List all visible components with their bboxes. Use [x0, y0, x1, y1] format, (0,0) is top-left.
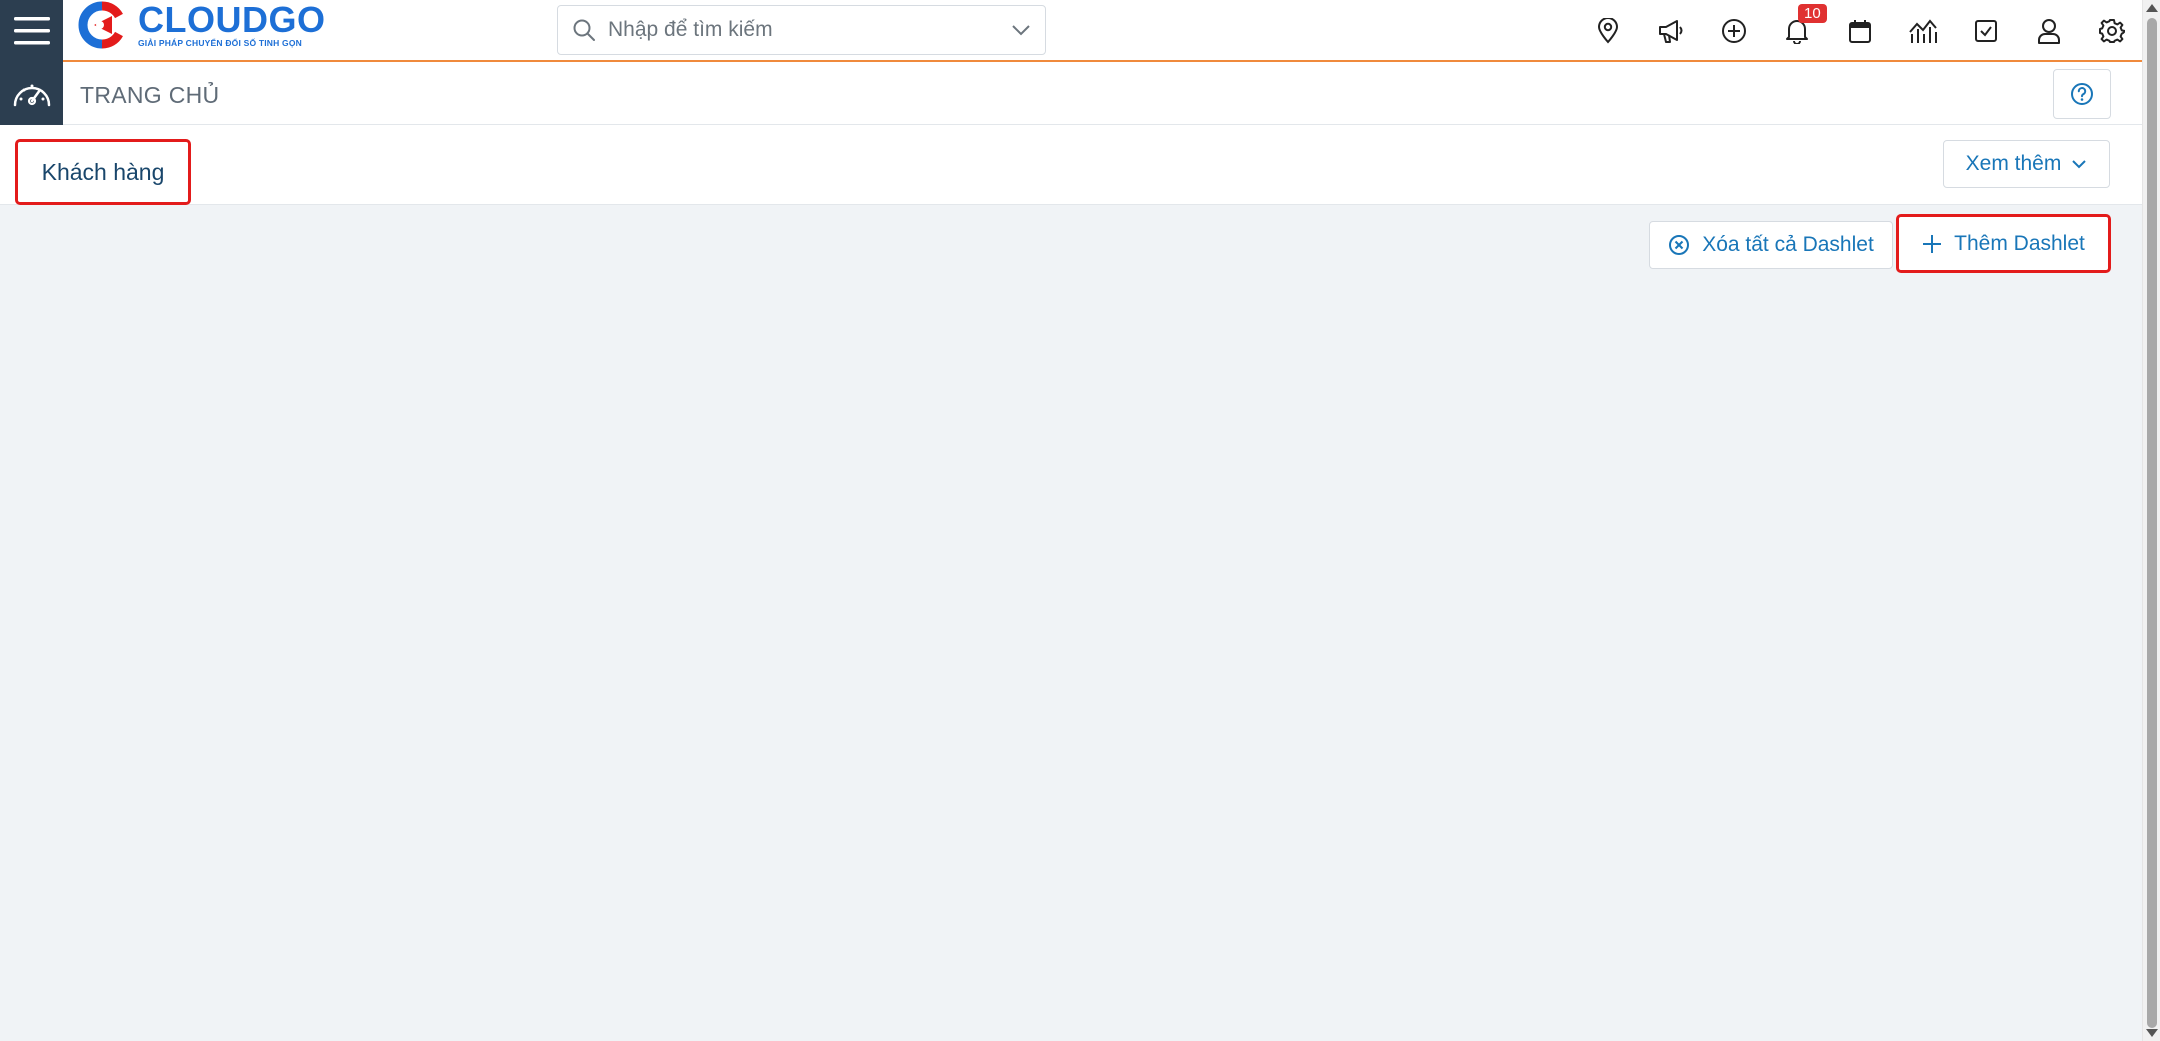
reports-button[interactable]	[1891, 0, 1954, 62]
location-button[interactable]	[1576, 0, 1639, 62]
search-input[interactable]	[608, 18, 1011, 42]
scroll-down-arrow-icon[interactable]	[2146, 1029, 2158, 1037]
scroll-thumb[interactable]	[2147, 18, 2157, 1028]
page-title: TRANG CHỦ	[80, 82, 220, 108]
add-dashlet-button[interactable]: Thêm Dashlet	[1896, 214, 2111, 273]
location-pin-icon	[1597, 18, 1618, 44]
notifications-button[interactable]: 10	[1765, 0, 1828, 62]
speedometer-icon	[13, 84, 50, 106]
page-scrollbar[interactable]	[2142, 0, 2160, 1041]
chevron-down-icon	[2072, 160, 2087, 169]
search-icon	[573, 19, 595, 41]
help-button[interactable]	[2053, 69, 2111, 119]
tab-khach-hang[interactable]: Khách hàng	[15, 139, 191, 205]
checkbox-icon	[1974, 20, 1997, 42]
dashboard-tab-bar: Khách hàng Xem thêm	[0, 125, 2142, 205]
brand-logo[interactable]: CLOUDGO GIẢI PHÁP CHUYỂN ĐỔI SỐ TINH GỌN	[72, 0, 326, 50]
top-navbar: CLOUDGO GIẢI PHÁP CHUYỂN ĐỔI SỐ TINH GỌN	[0, 0, 2142, 62]
profile-button[interactable]	[2017, 0, 2080, 62]
app-root: CLOUDGO GIẢI PHÁP CHUYỂN ĐỔI SỐ TINH GỌN	[0, 0, 2160, 1041]
add-dashlet-label: Thêm Dashlet	[1954, 231, 2085, 255]
more-tabs-label: Xem thêm	[1965, 152, 2062, 175]
chart-icon	[1908, 19, 1937, 43]
calendar-icon	[1848, 20, 1871, 43]
close-circle-icon	[1669, 235, 1690, 255]
more-tabs-button[interactable]: Xem thêm	[1943, 140, 2110, 188]
hamburger-menu-button[interactable]	[0, 0, 63, 62]
scroll-up-arrow-icon[interactable]	[2146, 4, 2158, 12]
quick-create-button[interactable]	[1702, 0, 1765, 62]
notification-badge: 10	[1798, 4, 1827, 23]
chevron-down-icon[interactable]	[1011, 24, 1031, 36]
announcement-button[interactable]	[1639, 0, 1702, 62]
hamburger-icon	[13, 17, 50, 45]
dashboard-nav-button[interactable]	[0, 62, 63, 125]
megaphone-icon	[1658, 20, 1682, 43]
brand-name: CLOUDGO	[138, 0, 326, 40]
user-icon	[2037, 19, 2060, 44]
toolbar-icons: 10	[1576, 0, 2143, 62]
calendar-button[interactable]	[1828, 0, 1891, 62]
help-icon	[2071, 83, 2093, 105]
clear-all-dashlets-label: Xóa tất cả Dashlet	[1702, 233, 1874, 256]
clear-all-dashlets-button[interactable]: Xóa tất cả Dashlet	[1649, 221, 1893, 269]
brand-tagline: GIẢI PHÁP CHUYỂN ĐỔI SỐ TINH GỌN	[138, 38, 302, 48]
plus-circle-icon	[1721, 19, 1746, 43]
page-header: TRANG CHỦ	[0, 62, 2142, 125]
cloudgo-logo-icon	[78, 1, 123, 49]
global-search[interactable]	[557, 5, 1046, 55]
tasks-button[interactable]	[1954, 0, 2017, 62]
gear-icon	[2098, 19, 2125, 43]
plus-icon	[1923, 234, 1942, 253]
settings-button[interactable]	[2080, 0, 2143, 62]
